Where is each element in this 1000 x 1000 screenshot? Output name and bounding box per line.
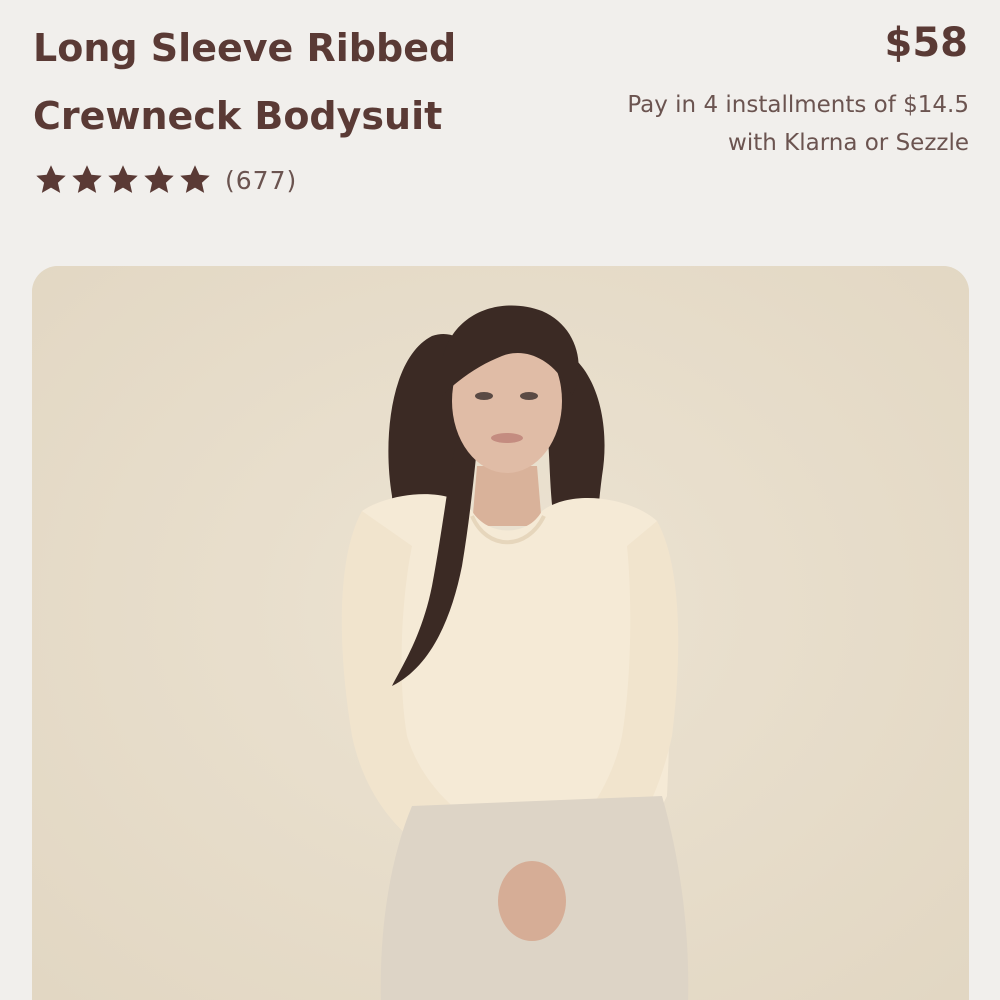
installments-line-2: with Klarna or Sezzle <box>728 130 969 156</box>
model-illustration <box>32 266 969 1000</box>
installments-line-1: Pay in 4 installments of $14.5 <box>627 92 969 118</box>
rating-stars <box>33 162 213 198</box>
product-page: Long Sleeve Ribbed Crewneck Bodysuit (67… <box>0 0 1000 1000</box>
product-title-line-1: Long Sleeve Ribbed <box>33 26 457 70</box>
product-title: Long Sleeve Ribbed Crewneck Bodysuit <box>33 14 593 150</box>
installments-info[interactable]: Pay in 4 installments of $14.5 with Klar… <box>627 86 969 162</box>
star-icon <box>69 162 105 198</box>
star-icon <box>141 162 177 198</box>
product-title-line-2: Crewneck Bodysuit <box>33 94 443 138</box>
star-icon <box>33 162 69 198</box>
star-icon <box>177 162 213 198</box>
product-rating[interactable]: (677) <box>33 162 297 198</box>
star-icon <box>105 162 141 198</box>
product-price: $58 <box>884 20 969 66</box>
review-count[interactable]: (677) <box>225 166 297 195</box>
product-image[interactable] <box>32 266 969 1000</box>
